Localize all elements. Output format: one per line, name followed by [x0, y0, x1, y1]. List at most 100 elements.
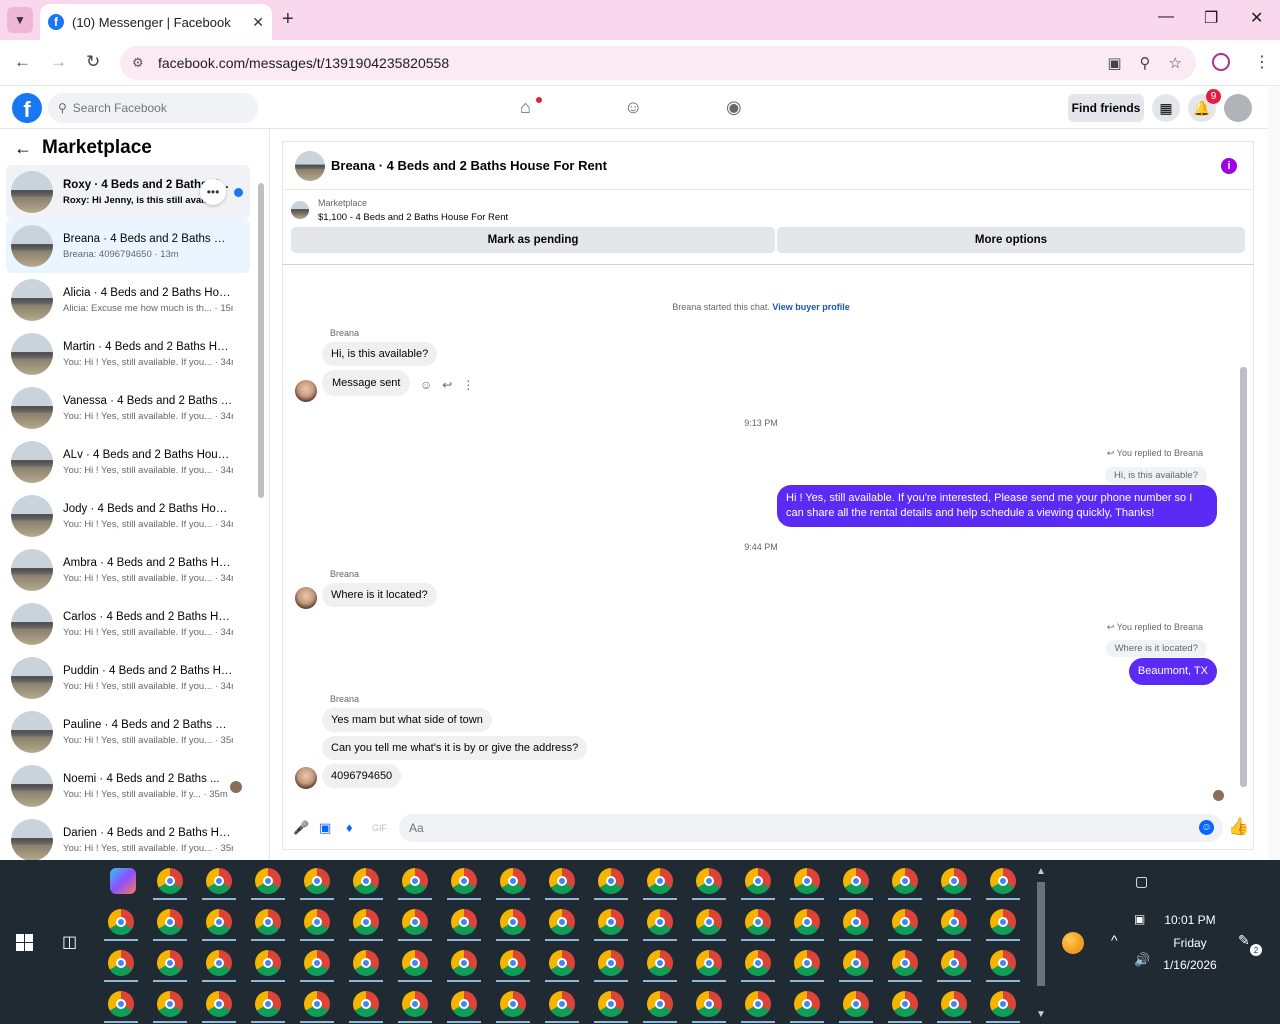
conversation-item[interactable]: Martin · 4 Beds and 2 Baths Ho... You: Hi… [6, 327, 250, 381]
incoming-message[interactable]: 4096794650 [322, 764, 402, 788]
chrome-app-icon[interactable] [549, 991, 575, 1017]
message-input[interactable] [399, 814, 1223, 842]
mark-as-pending-button[interactable]: Mark as pending [291, 227, 775, 253]
chrome-app-icon[interactable] [353, 909, 379, 935]
page-scrollbar[interactable] [1268, 87, 1280, 860]
chrome-app-icon[interactable] [353, 991, 379, 1017]
photo-icon[interactable]: ▣ [319, 820, 331, 836]
conversation-item[interactable]: Pauline · 4 Beds and 2 Baths Ho... You: H… [6, 705, 250, 759]
back-icon[interactable]: ← [14, 52, 31, 72]
thread-scrollbar[interactable] [1238, 270, 1248, 795]
view-buyer-profile-link[interactable]: View buyer profile [772, 302, 849, 312]
address-bar[interactable]: ⚙ facebook.com/messages/t/13919042358205… [120, 46, 1196, 80]
network-icon[interactable]: ▣ [1134, 912, 1145, 926]
new-tab-icon[interactable]: + [282, 8, 294, 31]
incoming-message[interactable]: Yes mam but what side of town [322, 708, 492, 732]
chrome-app-icon[interactable] [794, 909, 820, 935]
friends-icon[interactable]: ☺ [624, 97, 642, 118]
chrome-app-icon[interactable] [794, 868, 820, 894]
clock-day[interactable]: Friday [1156, 936, 1224, 950]
listing-thumbnail[interactable] [295, 150, 325, 181]
volume-icon[interactable]: 🔊 [1134, 952, 1150, 968]
quoted-message[interactable]: Hi, is this available? [1105, 467, 1207, 484]
chrome-app-icon[interactable] [990, 950, 1016, 976]
chrome-app-icon[interactable] [108, 909, 134, 935]
windows-start-icon[interactable] [16, 934, 33, 951]
chrome-app-icon[interactable] [500, 991, 526, 1017]
outgoing-message[interactable]: Hi ! Yes, still available. If you're int… [777, 485, 1217, 527]
weather-icon[interactable] [1062, 932, 1084, 954]
chrome-app-icon[interactable] [304, 950, 330, 976]
facebook-logo-icon[interactable]: f [12, 93, 42, 123]
info-icon[interactable]: i [1221, 158, 1237, 174]
chrome-app-icon[interactable] [696, 991, 722, 1017]
chrome-app-icon[interactable] [255, 868, 281, 894]
chrome-app-icon[interactable] [794, 950, 820, 976]
minimize-icon[interactable]: — [1158, 8, 1174, 26]
chrome-app-icon[interactable] [892, 991, 918, 1017]
forward-icon[interactable]: → [50, 52, 67, 72]
chrome-app-icon[interactable] [941, 991, 967, 1017]
chrome-app-icon[interactable] [745, 991, 771, 1017]
install-app-icon[interactable]: ▣ [1107, 54, 1121, 72]
chrome-app-icon[interactable] [598, 950, 624, 976]
taskbar-scroll-down-icon[interactable]: ▼ [1036, 1009, 1046, 1020]
facebook-search[interactable]: ⚲ [48, 93, 258, 123]
chrome-app-icon[interactable] [598, 991, 624, 1017]
chrome-app-icon[interactable] [843, 868, 869, 894]
chrome-app-icon[interactable] [745, 868, 771, 894]
breana-avatar[interactable] [295, 767, 317, 789]
conversation-item[interactable]: Carlos · 4 Beds and 2 Baths Ho... You: Hi… [6, 597, 250, 651]
conversation-item[interactable]: ALv · 4 Beds and 2 Baths House... You: Hi… [6, 435, 250, 489]
taskbar-scroll-up-icon[interactable]: ▲ [1036, 866, 1046, 877]
show-hidden-icons-chevron-icon[interactable]: ^ [1111, 932, 1118, 948]
gif-icon[interactable]: GIF [372, 823, 387, 833]
chrome-app-icon[interactable] [353, 950, 379, 976]
reload-icon[interactable]: ↻ [86, 52, 100, 72]
conversation-item[interactable]: Alicia · 4 Beds and 2 Baths Hou... Alicia… [6, 273, 250, 327]
task-view-icon[interactable]: ◫ [62, 932, 77, 952]
chrome-app-icon[interactable] [451, 991, 477, 1017]
chrome-app-icon[interactable] [647, 868, 673, 894]
chrome-app-icon[interactable] [451, 909, 477, 935]
chrome-app-icon[interactable] [500, 868, 526, 894]
chrome-app-icon[interactable] [843, 909, 869, 935]
outgoing-message[interactable]: Beaumont, TX [1128, 658, 1217, 685]
chrome-app-icon[interactable] [206, 909, 232, 935]
chrome-app-icon[interactable] [941, 909, 967, 935]
copilot-icon[interactable] [110, 868, 136, 894]
chrome-app-icon[interactable] [255, 991, 281, 1017]
tab-search-dropdown[interactable]: ▼ [7, 7, 33, 33]
chrome-app-icon[interactable] [304, 868, 330, 894]
chrome-app-icon[interactable] [549, 909, 575, 935]
chrome-app-icon[interactable] [206, 991, 232, 1017]
more-icon[interactable]: ⋮ [462, 378, 474, 392]
chrome-app-icon[interactable] [892, 868, 918, 894]
chrome-app-icon[interactable] [745, 909, 771, 935]
incoming-message[interactable]: Message sent [322, 370, 411, 396]
chrome-app-icon[interactable] [353, 868, 379, 894]
chrome-app-icon[interactable] [206, 950, 232, 976]
chat-title[interactable]: Breana · 4 Beds and 2 Baths House For Re… [331, 158, 607, 173]
listing-title[interactable]: $1,100 - 4 Beds and 2 Baths House For Re… [318, 212, 508, 223]
incoming-message[interactable]: Can you tell me what's it is by or give … [322, 736, 588, 760]
meet-now-icon[interactable]: ▢ [1135, 873, 1148, 890]
chrome-app-icon[interactable] [696, 950, 722, 976]
chrome-app-icon[interactable] [255, 950, 281, 976]
taskbar-scrollbar[interactable]: ▲ ▼ [1034, 864, 1048, 1022]
more-options-icon[interactable]: ••• [200, 179, 226, 205]
chrome-app-icon[interactable] [157, 909, 183, 935]
groups-icon[interactable]: ◉ [726, 97, 742, 118]
chrome-app-icon[interactable] [696, 868, 722, 894]
menu-grid-icon[interactable]: ▦ [1152, 94, 1180, 122]
incoming-message[interactable]: Hi, is this available? [322, 342, 438, 366]
reply-icon[interactable]: ↩ [442, 378, 452, 392]
breana-avatar[interactable] [295, 380, 317, 402]
action-center-icon[interactable]: ✎ [1238, 932, 1250, 949]
react-emoji-icon[interactable]: ☺ [420, 378, 432, 392]
conversation-item[interactable]: Breana · 4 Beds and 2 Baths Ho... Breana:… [6, 219, 250, 273]
chrome-app-icon[interactable] [598, 868, 624, 894]
microphone-icon[interactable]: 🎤 [293, 820, 309, 836]
zoom-icon[interactable]: ⚲ [1140, 54, 1151, 72]
clock-date[interactable]: 1/16/2026 [1156, 958, 1224, 972]
